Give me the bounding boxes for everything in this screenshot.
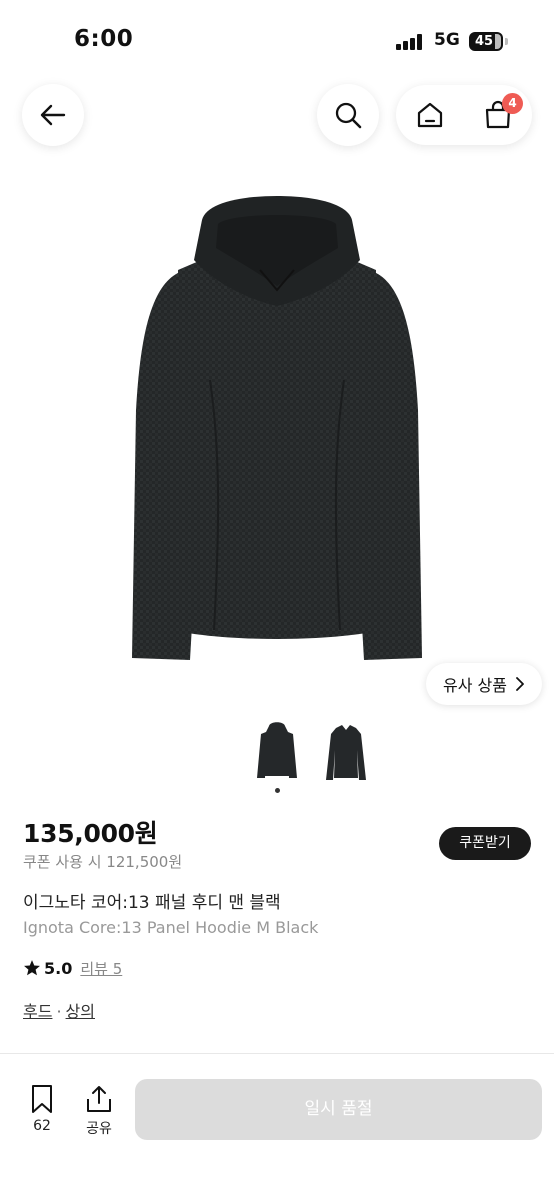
battery-tip: [505, 38, 508, 45]
arrow-left-icon: [40, 104, 66, 126]
gallery-indicator-dot: [275, 788, 280, 793]
bookmark-count: 62: [33, 1118, 51, 1134]
similar-products-button[interactable]: 유사 상품: [426, 663, 542, 705]
product-name-korean: 이그노타 코어:13 패널 후디 맨 블랙: [23, 893, 281, 913]
home-icon: [417, 102, 443, 128]
product-name-english: Ignota Core:13 Panel Hoodie M Black: [23, 918, 319, 937]
share-icon: [87, 1086, 111, 1112]
divider: [0, 1053, 554, 1054]
rating-value: 5.0: [44, 958, 73, 978]
battery-level: 45: [474, 34, 494, 49]
hoodie-illustration: [132, 196, 422, 660]
sold-out-button[interactable]: 일시 품절: [135, 1079, 542, 1140]
category-link-hood[interactable]: 후드: [23, 1002, 52, 1021]
category-separator: ·: [56, 1002, 62, 1021]
chevron-right-icon: [516, 677, 524, 691]
search-icon: [335, 102, 362, 129]
rating-row: 5.0 리뷰 5: [23, 956, 122, 980]
home-button[interactable]: [396, 85, 464, 145]
product-image[interactable]: [110, 190, 444, 670]
category-breadcrumb: 후드 · 상의: [23, 998, 95, 1022]
bookmark-icon: [32, 1085, 52, 1113]
product-price: 135,000원: [23, 819, 158, 848]
share-button[interactable]: 공유: [79, 1084, 119, 1138]
cart-count-badge: 4: [502, 93, 523, 114]
thumbnail-1[interactable]: [255, 718, 299, 784]
search-button[interactable]: [317, 84, 379, 146]
signal-icon: [396, 34, 426, 50]
review-link[interactable]: 리뷰 5: [80, 958, 122, 979]
star-icon: [24, 960, 40, 976]
battery-icon: 45: [469, 32, 503, 51]
similar-products-label: 유사 상품: [443, 676, 507, 695]
thumbnail-2[interactable]: [324, 718, 368, 784]
status-bar: 6:00 5G 45: [0, 0, 554, 84]
get-coupon-button[interactable]: 쿠폰받기: [439, 827, 531, 860]
cart-button[interactable]: [464, 85, 532, 145]
back-button[interactable]: [22, 84, 84, 146]
share-label: 공유: [86, 1121, 112, 1137]
bookmark-button[interactable]: 62: [22, 1084, 62, 1134]
status-time: 6:00: [74, 26, 134, 52]
coupon-price: 쿠폰 사용 시 121,500원: [23, 853, 183, 871]
network-type: 5G: [434, 30, 460, 50]
category-link-top[interactable]: 상의: [66, 1002, 95, 1021]
